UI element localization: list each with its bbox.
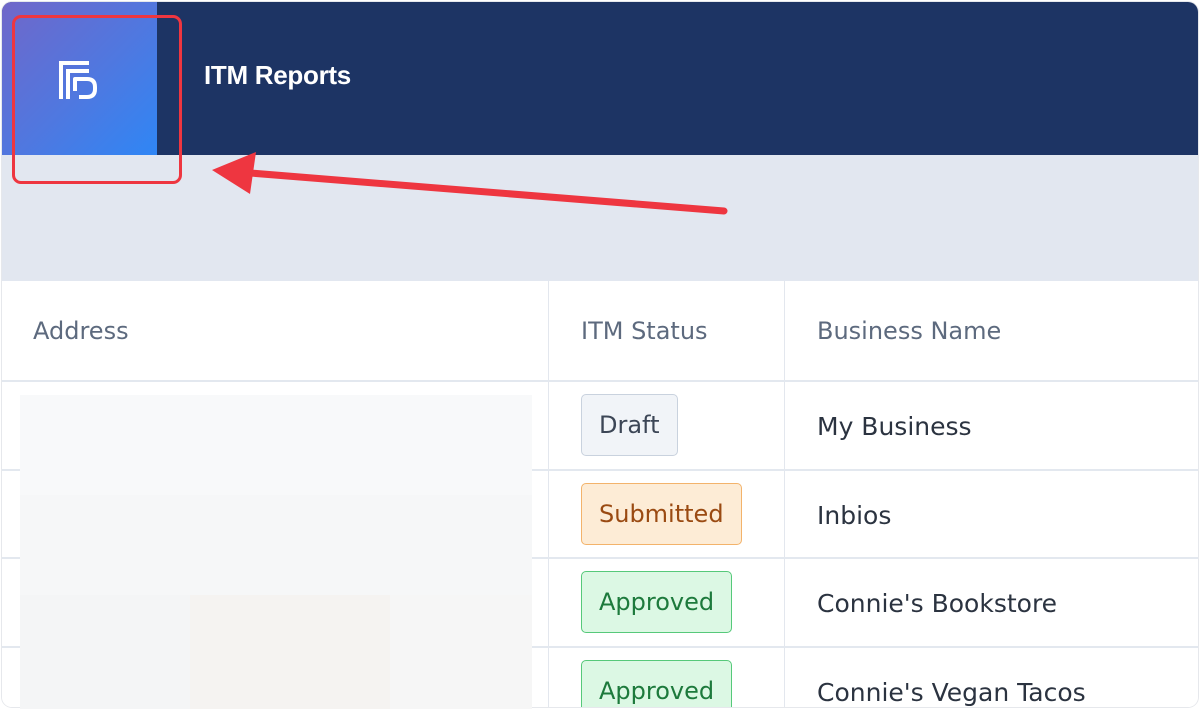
business-name-cell: Connie's Bookstore	[817, 588, 1058, 618]
status-badge: Approved	[581, 571, 733, 633]
toolbar-area	[2, 155, 1198, 281]
home-logo-button[interactable]	[2, 2, 157, 155]
redacted-address-cells	[20, 395, 532, 709]
document-report-icon	[59, 61, 97, 99]
top-navigation-bar: ITM Reports	[2, 2, 1198, 155]
app-title: ITM Reports	[204, 60, 351, 90]
column-header-business-name[interactable]: Business Name	[817, 281, 1001, 381]
business-name-cell: My Business	[817, 411, 972, 441]
business-name-cell: Connie's Vegan Tacos	[817, 677, 1086, 707]
status-badge: Approved	[581, 660, 733, 707]
column-header-address[interactable]: Address	[33, 281, 129, 381]
status-badge: Draft	[581, 394, 678, 456]
column-header-itm-status[interactable]: ITM Status	[581, 281, 708, 381]
status-badge: Submitted	[581, 483, 742, 545]
business-name-cell: Inbios	[817, 500, 892, 530]
